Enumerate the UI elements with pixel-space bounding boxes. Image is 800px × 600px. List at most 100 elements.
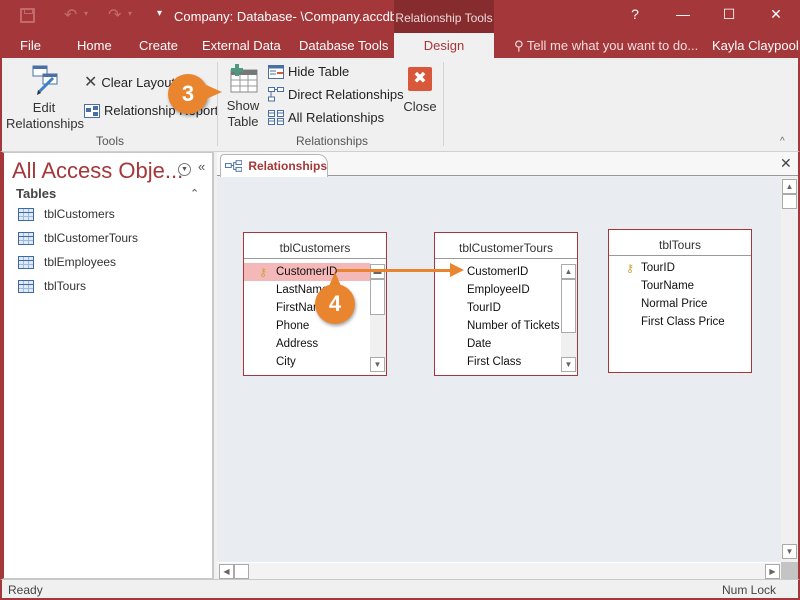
field-city[interactable]: City [244,353,370,371]
field-address[interactable]: Address [244,335,370,353]
nav-pane-title[interactable]: All Access Obje... [12,158,183,184]
field-name: CustomerID [467,266,529,278]
nav-item-tblcustomertours[interactable]: tblCustomerTours [18,227,138,249]
direct-relationships-label: Direct Relationships [288,87,404,102]
all-relationships-icon [268,110,284,125]
all-relationships-label: All Relationships [288,110,385,125]
show-table-button[interactable]: Show Table [222,64,264,130]
direct-relationships-button[interactable]: Direct Relationships [268,87,404,102]
canvas-vertical-scrollbar[interactable]: ▲ ▼ [781,177,798,562]
scroll-thumb[interactable] [370,279,385,315]
undo-icon[interactable]: ↶ [64,5,77,25]
shutter-bar-close-icon[interactable]: « [198,159,205,174]
nav-section-tables[interactable]: Tables [16,186,56,201]
relationships-icon [225,160,243,172]
table-icon [18,255,34,269]
clear-layout-button[interactable]: ✕ Clear Layout [84,72,175,92]
scroll-down-button[interactable]: ▼ [782,544,797,559]
nav-menu-dropdown-icon[interactable]: ▼ [178,163,191,176]
scroll-down-button[interactable]: ▼ [561,357,576,372]
field-tourid[interactable]: TourID [435,299,561,317]
scroll-left-button[interactable]: ◀ [219,564,234,579]
status-bar: Ready Num Lock [0,579,800,600]
field-list-scrollbar[interactable]: ▲ ▼ [561,264,577,372]
scrollbar-corner [781,562,798,579]
redo-dropdown-icon[interactable]: ▾ [128,9,132,18]
tell-me-box[interactable]: ⚲ Tell me what you want to do... [514,38,698,54]
edit-relationships-label-2: Relationships [6,116,85,131]
tab-home[interactable]: Home [77,38,112,53]
nav-item-tblcustomers[interactable]: tblCustomers [18,203,115,225]
help-button[interactable]: ? [620,6,650,22]
minimize-button[interactable]: — [668,6,698,22]
redo-icon[interactable]: ↷ [108,5,121,25]
edit-relationships-label-1: Edit [32,100,56,115]
drag-arrow-head [450,263,464,277]
field-list-title[interactable]: tblTours [609,230,751,256]
scroll-up-button[interactable]: ▲ [561,264,576,279]
field-date[interactable]: Date [435,335,561,353]
scroll-thumb[interactable] [234,564,249,579]
field-list-scrollbar[interactable]: ▬ ▼ [370,264,386,372]
group-label-tools: Tools [96,134,125,148]
scroll-down-button[interactable]: ▼ [370,357,385,372]
user-account[interactable]: Kayla Claypool [712,38,799,53]
field-tourname[interactable]: TourName [609,277,751,295]
field-normal-price[interactable]: Normal Price [609,295,751,313]
field-list-title[interactable]: tblCustomers [244,233,386,259]
field-name: TourID [641,262,675,274]
scroll-thumb[interactable] [782,194,797,209]
nav-item-label: tblTours [44,279,87,293]
show-table-label-1: Show [226,98,260,113]
close-relationships-button[interactable]: ✖ Close [400,67,440,115]
save-icon[interactable] [20,8,35,23]
relationships-canvas[interactable]: tblCustomers ⚷ CustomerID LastName First… [217,177,781,562]
tab-file[interactable]: File [20,38,41,53]
field-name: TourID [467,302,501,314]
hide-table-button[interactable]: Hide Table [268,64,349,79]
close-document-icon[interactable]: ✕ [780,155,792,172]
nav-item-tbltours[interactable]: tblTours [18,275,86,297]
canvas-horizontal-scrollbar[interactable]: ◀ ▶ [217,562,781,579]
section-collapse-icon[interactable]: ⌃ [190,187,199,200]
document-tab-relationships[interactable]: Relationships [220,154,328,177]
ribbon: Edit Relationships ✕ Clear Layout Relati… [0,58,800,152]
callout-3-pointer [204,84,222,100]
field-list-tblcustomertours[interactable]: tblCustomerTours CustomerID EmployeeID T… [434,232,578,376]
tab-design[interactable]: Design [394,33,494,58]
field-tourid[interactable]: ⚷ TourID [609,259,751,277]
customize-qat-icon[interactable]: ▾ [157,8,162,19]
field-list-tbltours[interactable]: tblTours ⚷ TourID TourName Normal Price … [608,229,752,373]
scroll-right-button[interactable]: ▶ [765,564,780,579]
nav-item-label: tblEmployees [44,255,117,269]
show-table-icon [230,64,258,93]
collapse-ribbon-icon[interactable]: ^ [780,136,785,147]
maximize-button[interactable]: ☐ [714,6,744,23]
field-name: Address [276,338,319,350]
field-customerid[interactable]: ⚷ CustomerID [244,263,370,281]
field-employeeid[interactable]: EmployeeID [435,281,561,299]
close-window-button[interactable]: ✕ [761,6,791,23]
group-separator [443,62,444,146]
clear-layout-label: Clear Layout [101,74,176,90]
close-label: Close [403,99,437,114]
tab-create[interactable]: Create [139,38,178,53]
field-first-class-price[interactable]: First Class Price [609,313,751,331]
field-phone[interactable]: Phone [244,317,370,335]
close-x-icon: ✖ [408,67,432,91]
field-number-of-tickets[interactable]: Number of Tickets [435,317,561,335]
status-num-lock: Num Lock [722,583,777,597]
undo-dropdown-icon[interactable]: ▾ [84,9,88,18]
tab-external-data[interactable]: External Data [202,38,281,53]
field-first-class[interactable]: First Class [435,353,561,371]
table-icon [18,207,34,221]
tab-database-tools[interactable]: Database Tools [299,38,388,53]
nav-item-tblemployees[interactable]: tblEmployees [18,251,116,273]
scroll-up-button[interactable]: ▲ [782,179,797,194]
scroll-thumb[interactable] [561,279,576,333]
field-list-title[interactable]: tblCustomerTours [435,233,577,259]
document-tab-label: Relationships [248,159,327,173]
show-table-label-2: Table [227,114,259,129]
all-relationships-button[interactable]: All Relationships [268,110,384,125]
edit-relationships-button[interactable]: Edit Relationships [6,64,85,132]
